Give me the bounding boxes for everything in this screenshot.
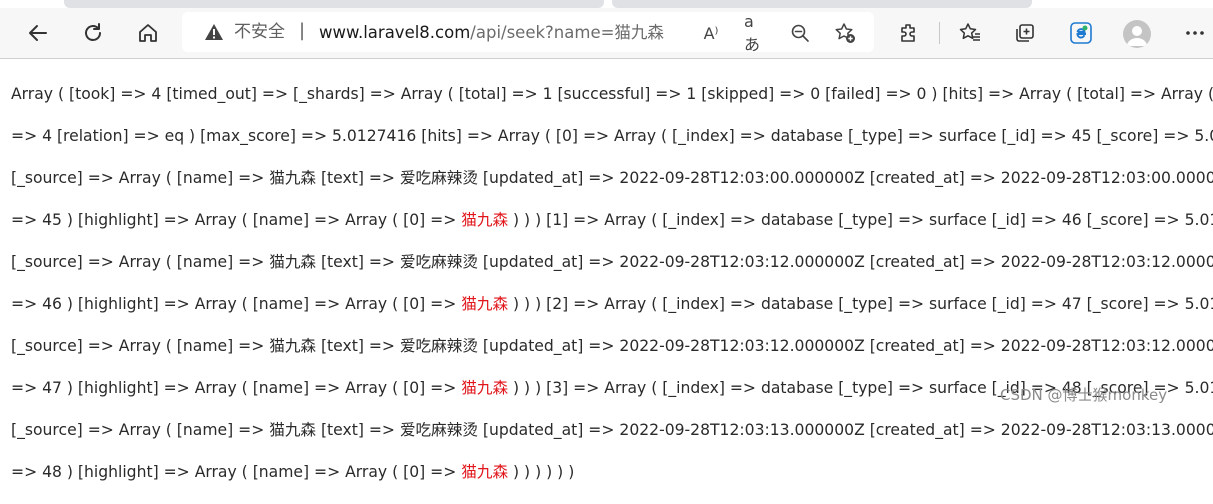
home-icon[interactable] — [131, 16, 165, 50]
line-text: ) ) ) [2] => Array ( [_index] => databas… — [508, 295, 1213, 313]
highlight-text: 猫九森 — [461, 211, 509, 229]
extensions-icon[interactable] — [892, 16, 926, 50]
toolbar-divider — [939, 22, 940, 44]
response-line: [_source] => Array ( [name] => 猫九森 [text… — [11, 421, 1213, 439]
favorites-icon[interactable] — [953, 16, 987, 50]
zoom-out-icon[interactable] — [789, 22, 811, 44]
line-text: ) ) ) ) ) ) — [508, 463, 575, 481]
warning-icon[interactable] — [204, 22, 224, 46]
browser-toolbar: 不安全 | www.laravel8.com/api/seek?name=猫九森… — [0, 8, 1213, 59]
response-line: => 46 ) [highlight] => Array ( [name] =>… — [11, 294, 1213, 315]
refresh-icon[interactable] — [76, 16, 110, 50]
translate-icon[interactable]: aあ — [744, 12, 766, 54]
response-line: Array ( [took] => 4 [timed_out] => [_sha… — [11, 85, 1213, 103]
profile-icon[interactable] — [1123, 20, 1151, 48]
highlight-text: 猫九森 — [461, 295, 509, 313]
response-line: [_source] => Array ( [name] => 猫九森 [text… — [11, 253, 1213, 271]
url-text[interactable]: www.laravel8.com/api/seek?name=猫九森 — [319, 23, 664, 43]
highlight-text: 猫九森 — [461, 379, 509, 397]
line-text: => 47 ) [highlight] => Array ( [name] =>… — [11, 379, 462, 397]
line-text: => 45 ) [highlight] => Array ( [name] =>… — [11, 211, 462, 229]
response-line: => 4 [relation] => eq ) [max_score] => 5… — [11, 127, 1213, 145]
url-path: /api/seek?name=猫九森 — [470, 23, 664, 42]
response-line: => 48 ) [highlight] => Array ( [name] =>… — [11, 462, 1213, 483]
add-favorite-icon[interactable] — [834, 22, 856, 44]
highlight-text: 猫九森 — [461, 463, 509, 481]
address-bar[interactable]: 不安全 | www.laravel8.com/api/seek?name=猫九森… — [182, 12, 874, 54]
read-aloud-icon[interactable]: A⁾ — [700, 22, 722, 44]
browser-tab[interactable] — [612, 0, 1032, 8]
address-separator: | — [299, 20, 306, 41]
response-line: [_source] => Array ( [name] => 猫九森 [text… — [11, 169, 1213, 187]
browser-tab[interactable] — [64, 0, 604, 8]
security-status[interactable]: 不安全 — [234, 22, 285, 42]
json-response-output: Array ( [took] => 4 [timed_out] => [_sha… — [11, 63, 1213, 504]
response-line: [_source] => Array ( [name] => 猫九森 [text… — [11, 337, 1213, 355]
line-text: ) ) ) [1] => Array ( [_index] => databas… — [508, 211, 1213, 229]
collections-icon[interactable] — [1008, 16, 1042, 50]
response-line: => 45 ) [highlight] => Array ( [name] =>… — [11, 210, 1213, 231]
watermark: CSDN @博士猴monkey — [1000, 386, 1168, 404]
line-text: => 48 ) [highlight] => Array ( [name] =>… — [11, 463, 462, 481]
edge-icon[interactable] — [1064, 16, 1098, 50]
line-text: => 46 ) [highlight] => Array ( [name] =>… — [11, 295, 462, 313]
more-icon[interactable] — [1178, 16, 1212, 50]
back-arrow-icon[interactable] — [21, 16, 55, 50]
url-host: www.laravel8.com — [319, 23, 471, 42]
